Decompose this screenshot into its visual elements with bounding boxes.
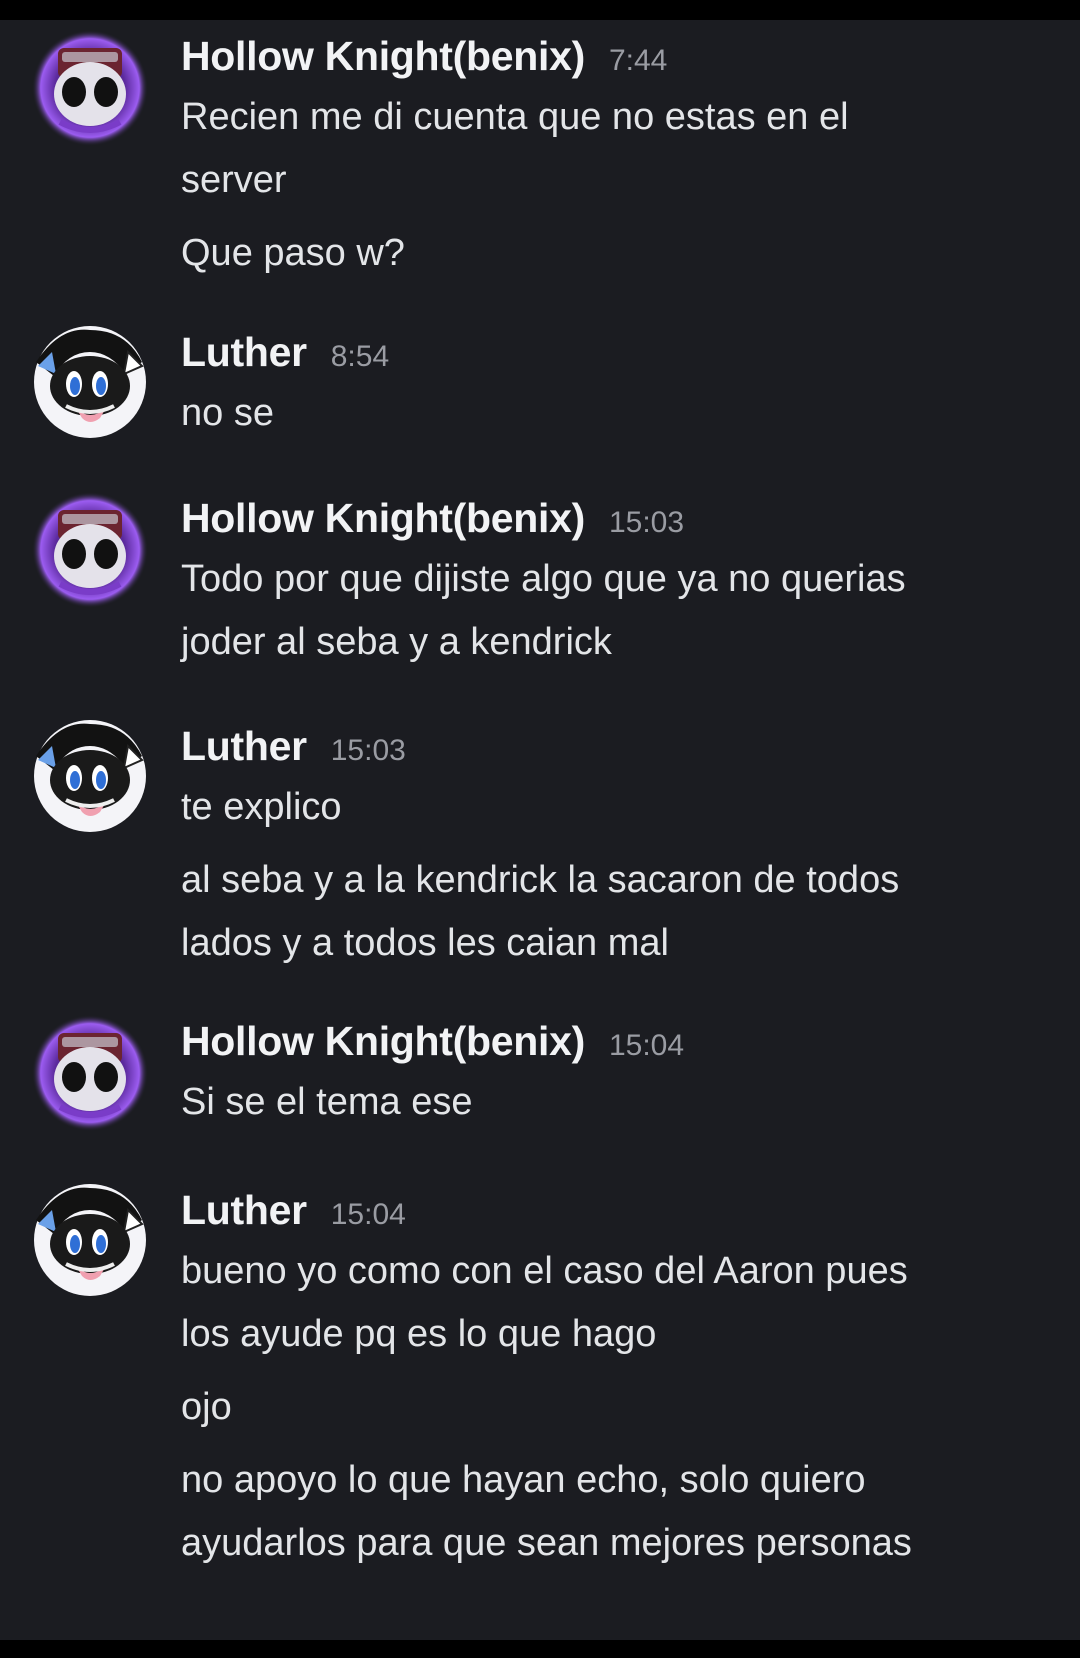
- luther-avatar-icon[interactable]: [30, 1180, 150, 1300]
- message-text: los ayude pq es lo que hago: [181, 1313, 657, 1355]
- message-timestamp: 7:44: [608, 44, 668, 77]
- message-text: te explico: [181, 786, 342, 828]
- message-text: ayudarlos para que sean mejores personas: [181, 1522, 912, 1564]
- message-text: joder al seba y a kendrick: [181, 621, 612, 663]
- message-text: Recien me di cuenta que no estas en el: [181, 96, 849, 138]
- hollow-knight-avatar-icon[interactable]: [30, 26, 150, 146]
- message-timestamp: 15:03: [330, 734, 406, 767]
- message-text: Todo por que dijiste algo que ya no quer…: [181, 558, 906, 600]
- message-text: lados y a todos les caian mal: [181, 922, 669, 964]
- message-author[interactable]: Hollow Knight(benix): [181, 26, 585, 86]
- luther-avatar-icon[interactable]: [30, 322, 150, 442]
- message-text: no se: [181, 392, 274, 434]
- message-timestamp: 15:03: [608, 506, 685, 539]
- message-author[interactable]: Luther: [181, 322, 307, 382]
- message-text: no apoyo lo que hayan echo, solo quiero: [181, 1459, 866, 1501]
- navigation-bar: [0, 1640, 1080, 1658]
- message-text: ojo: [181, 1386, 232, 1428]
- message-author[interactable]: Luther: [181, 716, 307, 776]
- message-author[interactable]: Hollow Knight(benix): [181, 1011, 585, 1071]
- luther-avatar-icon[interactable]: [30, 716, 150, 836]
- hollow-knight-avatar-icon[interactable]: [30, 1011, 150, 1131]
- message-timestamp: 15:04: [330, 1198, 406, 1231]
- message-text: Que paso w?: [181, 232, 405, 274]
- message-text: Si se el tema ese: [181, 1081, 473, 1123]
- message-timestamp: 8:54: [330, 340, 390, 373]
- message-author[interactable]: Luther: [181, 1180, 307, 1240]
- message-text: server: [181, 159, 287, 201]
- hollow-knight-avatar-icon[interactable]: [30, 488, 150, 608]
- message-author[interactable]: Hollow Knight(benix): [181, 488, 585, 548]
- message-timestamp: 15:04: [608, 1029, 685, 1062]
- status-bar: [0, 0, 1080, 20]
- message-text: al seba y a la kendrick la sacaron de to…: [181, 859, 900, 901]
- message-text: bueno yo como con el caso del Aaron pues: [181, 1250, 908, 1292]
- chat-screen: Hollow Knight(benix) 7:44 Recien me di c…: [0, 0, 1080, 1658]
